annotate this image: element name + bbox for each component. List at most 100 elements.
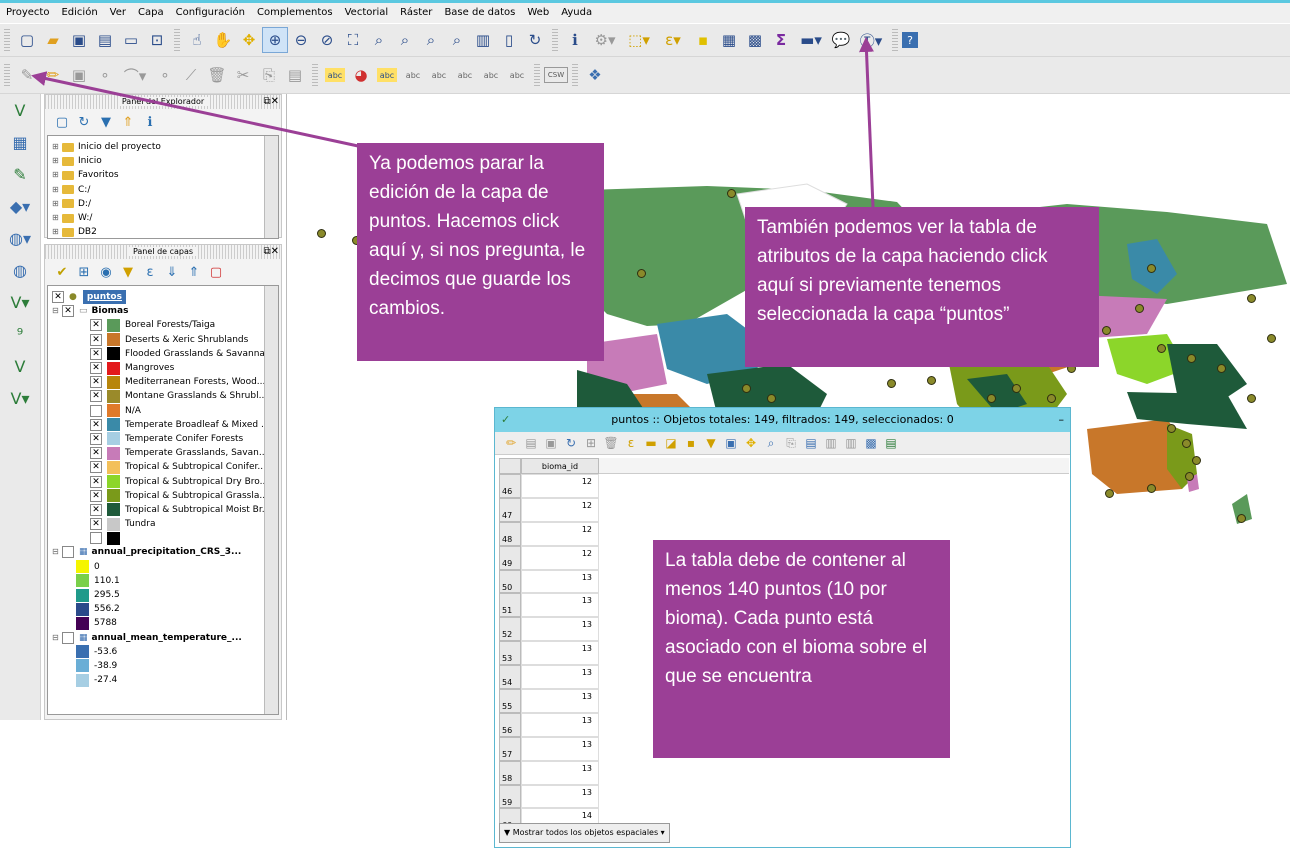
add-wfs-layer-icon[interactable]: V▾ xyxy=(0,286,40,318)
move-feature-icon[interactable]: ∘ xyxy=(152,62,178,88)
bioma-id-cell[interactable]: 13 xyxy=(521,736,599,761)
info-icon[interactable]: ℹ xyxy=(139,115,161,130)
bioma-id-cell[interactable]: 13 xyxy=(521,784,599,809)
expand-icon[interactable]: ⊞ xyxy=(52,225,60,238)
measure-icon[interactable]: ▬▾ xyxy=(794,27,828,53)
legend-item[interactable]: ✕ Mediterranean Forests, Wood... xyxy=(52,375,278,389)
rotate-label-icon[interactable]: abc xyxy=(455,68,475,82)
legend-item[interactable]: 5788 xyxy=(52,616,278,630)
category-checkbox[interactable]: ✕ xyxy=(90,319,102,332)
category-checkbox[interactable]: ✕ xyxy=(90,347,102,360)
legend-item[interactable]: ✕ Temperate Grasslands, Savan... xyxy=(52,446,278,460)
diagram-tool-icon[interactable]: ◕ xyxy=(348,62,374,88)
label-tool-icon[interactable]: abc xyxy=(325,68,345,82)
show-hide-labels-icon[interactable]: abc xyxy=(403,68,423,82)
new-project-icon[interactable]: ▢ xyxy=(14,27,40,53)
csw-icon[interactable]: CSW xyxy=(544,67,568,83)
bioma-id-cell[interactable]: 12 xyxy=(521,545,599,570)
save-edits-icon[interactable]: ▣ xyxy=(66,62,92,88)
zoom-out-icon[interactable]: ⊖ xyxy=(288,27,314,53)
add-group-icon[interactable]: ⊞ xyxy=(73,265,95,280)
menu-item[interactable]: Ráster xyxy=(394,3,438,23)
field-calculator-icon[interactable]: ▩ xyxy=(861,436,881,450)
browser-item[interactable]: ⊞ C:/ xyxy=(52,183,278,197)
legend-item[interactable]: -38.9 xyxy=(52,659,278,673)
text-annotation-icon[interactable]: Ⓣ▾ xyxy=(854,27,888,53)
save-as-icon[interactable]: ▤ xyxy=(92,27,118,53)
add-postgis-layer-icon[interactable]: ◆▾ xyxy=(0,190,40,222)
add-vector-layer-icon[interactable]: V xyxy=(0,94,40,126)
save-edits-icon[interactable]: ▣ xyxy=(541,436,561,450)
menu-item[interactable]: Edición xyxy=(55,3,103,23)
show-all-features-button[interactable]: ▼ Mostrar todos los objetos espaciales ▾ xyxy=(499,823,670,843)
row-number[interactable]: 49 xyxy=(499,545,521,570)
select-all-icon[interactable]: ▬ xyxy=(641,436,661,450)
statistics-sigma-icon[interactable]: Σ xyxy=(768,27,794,53)
table-row[interactable]: 47 12 xyxy=(499,497,1069,522)
zoom-in-icon[interactable]: ⊕ xyxy=(262,27,288,53)
touch-zoom-icon[interactable]: ☝ xyxy=(184,27,210,53)
collapse-all-icon[interactable]: ⇑ xyxy=(117,115,139,130)
legend-item[interactable]: 295.5 xyxy=(52,588,278,602)
bioma-id-cell[interactable]: 13 xyxy=(521,593,599,618)
row-number[interactable]: 46 xyxy=(499,474,521,498)
zoom-to-selection-icon[interactable]: ⌕ xyxy=(366,27,392,53)
category-checkbox[interactable]: ✕ xyxy=(90,503,102,516)
legend-item[interactable]: 0 xyxy=(52,560,278,574)
python-console-icon[interactable]: ❖ xyxy=(582,62,608,88)
menu-item[interactable]: Ver xyxy=(104,3,132,23)
remove-layer-icon[interactable]: ▢ xyxy=(205,265,227,280)
row-number[interactable]: 59 xyxy=(499,784,521,809)
bioma-id-cell[interactable]: 13 xyxy=(521,617,599,642)
delete-field-icon[interactable]: ▥ xyxy=(841,436,861,450)
row-number[interactable]: 54 xyxy=(499,665,521,690)
add-raster-layer-icon[interactable]: ▦ xyxy=(0,126,40,158)
browser-item[interactable]: ⊞ Favoritos xyxy=(52,168,278,182)
add-feature-icon[interactable]: ∘ xyxy=(92,62,118,88)
new-print-layout-icon[interactable]: ▭ xyxy=(118,27,144,53)
bioma-id-cell[interactable]: 13 xyxy=(521,665,599,690)
select-features-icon[interactable]: ⬚▾ xyxy=(622,27,656,53)
legend-item[interactable]: -53.6 xyxy=(52,645,278,659)
browser-item[interactable]: ⊞ DB2 xyxy=(52,225,278,238)
zoom-last-icon[interactable]: ⌕ xyxy=(418,27,444,53)
bioma-id-cell[interactable]: 13 xyxy=(521,569,599,594)
layer-puntos[interactable]: ✕ ● puntos xyxy=(52,290,278,305)
visibility-checkbox[interactable]: ✕ xyxy=(52,291,64,304)
select-by-value-icon[interactable]: ε▾ xyxy=(656,27,690,53)
menu-item[interactable]: Ayuda xyxy=(555,3,598,23)
open-layer-styling-icon[interactable]: ✔ xyxy=(51,265,73,280)
refresh-icon[interactable]: ↻ xyxy=(522,27,548,53)
delete-selected-icon[interactable]: 🗑 xyxy=(204,62,230,88)
filter-select-icon[interactable]: ▼ xyxy=(701,436,721,450)
visibility-checkbox[interactable]: ✕ xyxy=(62,305,74,318)
row-number[interactable]: 50 xyxy=(499,569,521,594)
zoom-next-icon[interactable]: ⌕ xyxy=(444,27,470,53)
move-label-icon[interactable]: abc xyxy=(429,68,449,82)
browser-item[interactable]: ⊞ D:/ xyxy=(52,197,278,211)
copy-features-icon[interactable]: ⎘ xyxy=(256,62,282,88)
row-number[interactable]: 57 xyxy=(499,736,521,761)
manage-visibility-icon[interactable]: ◉ xyxy=(95,265,117,280)
reload-icon[interactable]: ↻ xyxy=(561,436,581,450)
visibility-checkbox[interactable] xyxy=(62,546,74,559)
row-number[interactable]: 58 xyxy=(499,760,521,785)
legend-item[interactable]: N/A xyxy=(52,404,278,418)
filter-legend-icon[interactable]: ▼ xyxy=(117,265,139,280)
menu-item[interactable]: Vectorial xyxy=(339,3,395,23)
paste-features-icon[interactable]: ▤ xyxy=(282,62,308,88)
bookmark-icon[interactable]: ▯ xyxy=(496,27,522,53)
row-number[interactable]: 48 xyxy=(499,521,521,546)
toggle-editing-icon[interactable]: ✏ xyxy=(40,62,66,88)
category-checkbox[interactable]: ✕ xyxy=(90,447,102,460)
layer-biomas[interactable]: ⊟ ✕ ▭ Biomas xyxy=(52,304,278,318)
pan-to-selected-icon[interactable]: ✥ xyxy=(741,436,761,450)
minimize-button[interactable]: – xyxy=(1059,408,1065,432)
add-delimited-text-icon[interactable]: ✎ xyxy=(0,158,40,190)
browser-item[interactable]: ⊞ W:/ xyxy=(52,211,278,225)
category-checkbox[interactable]: ✕ xyxy=(90,461,102,474)
bioma-id-cell[interactable]: 13 xyxy=(521,689,599,713)
collapse-icon[interactable]: ⊟ xyxy=(52,304,60,318)
panel-close-icon[interactable]: ⧉✕ xyxy=(263,95,279,109)
add-wcs-layer-icon[interactable]: ◍ xyxy=(0,254,40,286)
